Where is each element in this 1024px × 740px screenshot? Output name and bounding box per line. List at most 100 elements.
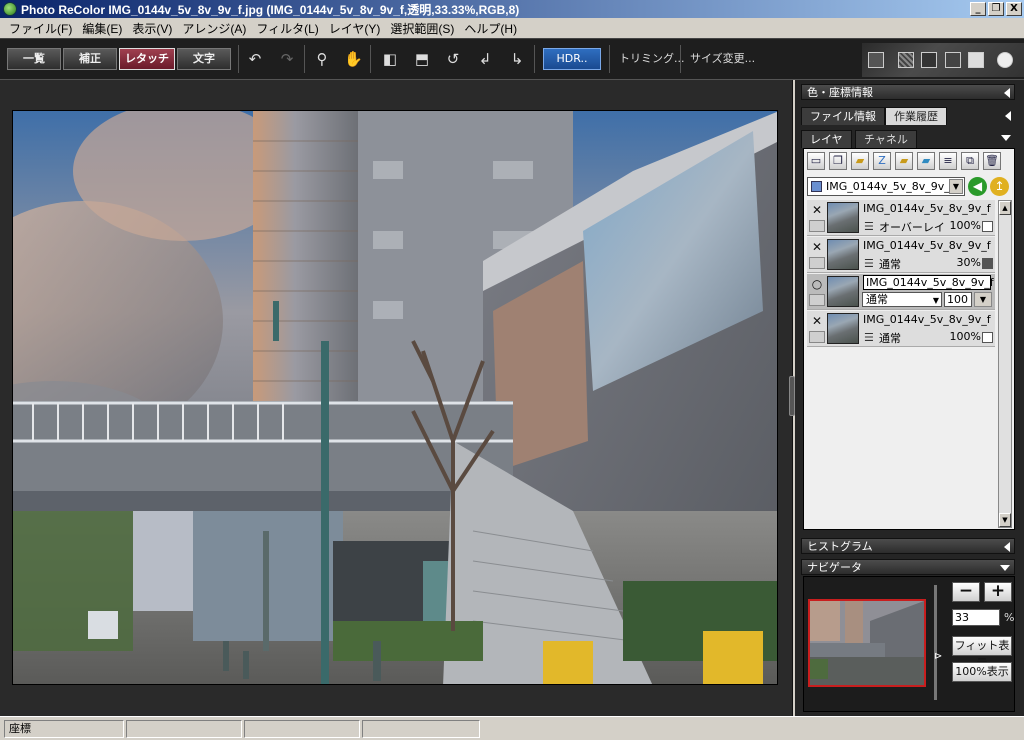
layer-blend-mode: 通常 [879,258,901,271]
layer-name-input[interactable]: IMG_0144v_5v_8v_9v_f [863,275,994,290]
scroll-up-icon[interactable]: ▲ [999,201,1011,215]
layer-target-select[interactable]: IMG_0144v_5v_8v_9v_f ▼ [807,177,965,196]
menu-arrange[interactable]: アレンジ(A) [177,20,251,37]
menu-edit[interactable]: 編集(E) [77,20,127,37]
grid-view-icon[interactable] [921,52,937,68]
retouch-mode-button[interactable]: レタッチ [119,48,175,70]
redo-icon[interactable]: ↷ [278,50,296,68]
dropdown-arrow-icon[interactable]: ▼ [949,179,963,194]
layer-checkbox[interactable] [982,221,993,232]
folder-up-arrow-icon[interactable]: ↥ [990,177,1009,196]
menu-file[interactable]: ファイル(F) [4,20,77,37]
merge-layer-icon[interactable]: Z [873,152,891,170]
photo-canvas[interactable] [12,110,778,685]
layer-row[interactable]: ✕ IMG_0144v_5v_8v_9v_f ☰ 通常 30% [807,237,995,273]
visibility-toggle[interactable]: ✕ [809,314,825,328]
zoom-magnifier-icon[interactable]: ⚲ [313,50,331,68]
back-arrow-icon[interactable]: ◀ [968,177,987,196]
flip-vertical-icon[interactable]: ⬒ [413,50,431,68]
single-view-icon[interactable] [868,52,884,68]
trimming-button[interactable]: トリミング... [619,48,685,70]
maximize-button[interactable]: ❐ [988,2,1004,16]
layer-blend-mode: 通常 [879,332,901,345]
zoom-slider-knob[interactable]: ⊳ [934,651,944,665]
tab-channel[interactable]: チャネル [855,130,917,148]
folder-icon[interactable]: ▰ [895,152,913,170]
blend-mode-icon: ☰ [864,257,874,270]
minimize-button[interactable]: _ [970,2,986,16]
list-mode-button[interactable]: 一覧 [7,48,61,70]
layer-list: ✕ IMG_0144v_5v_8v_9v_f ☰ オーバーレイ 100% ✕ I… [807,200,995,528]
zoom-input[interactable]: 33 [952,609,1000,626]
visibility-toggle[interactable]: ○ [809,277,825,291]
compare-view-icon[interactable] [968,52,984,68]
layer-checkbox[interactable] [982,258,993,269]
dropdown-arrow-icon[interactable]: ▼ [933,294,939,307]
zoom-slider-track[interactable] [934,585,937,700]
layer-blend-mode: オーバーレイ [879,221,945,234]
rotate-90-icon[interactable]: ↲ [476,50,494,68]
copy-layer-icon[interactable]: ⧉ [961,152,979,170]
navigator-header[interactable]: ナビゲータ [801,559,1015,575]
scroll-down-icon[interactable]: ▼ [999,513,1011,527]
crop-guide-icon[interactable] [945,52,961,68]
visibility-toggle[interactable]: ✕ [809,203,825,217]
layer-thumbnail [827,239,859,270]
lock-toggle[interactable] [809,331,825,343]
lock-toggle[interactable] [809,257,825,269]
lock-toggle[interactable] [809,220,825,232]
canvas-workspace[interactable] [0,80,793,716]
histogram-header[interactable]: ヒストグラム [801,538,1015,554]
hdr-button[interactable]: HDR.. [543,48,601,70]
collapse-down-icon[interactable] [1001,135,1011,141]
text-mode-button[interactable]: 文字 [177,48,231,70]
properties-icon[interactable]: ≡ [939,152,957,170]
hand-pan-icon[interactable]: ✋ [344,50,363,68]
layer-row[interactable]: ✕ IMG_0144v_5v_8v_9v_f ☰ オーバーレイ 100% [807,200,995,236]
layer-opacity: 100% [949,219,981,232]
zoom-out-button[interactable]: − [952,582,980,602]
menu-filter[interactable]: フィルタ(L) [251,20,323,37]
menu-help[interactable]: ヘルプ(H) [459,20,522,37]
layer-checkbox[interactable] [982,332,993,343]
menu-layer[interactable]: レイヤ(Y) [324,20,386,37]
flip-horizontal-icon[interactable]: ◧ [381,50,399,68]
expand-left-icon[interactable] [1004,542,1010,552]
actual-size-button[interactable]: 100%表示 [952,662,1012,682]
menu-selection[interactable]: 選択範囲(S) [385,20,459,37]
visibility-toggle[interactable]: ✕ [809,240,825,254]
blend-mode-value: 通常 [866,293,888,306]
fit-view-button[interactable]: フィット表示 [952,636,1012,670]
undo-icon[interactable]: ↶ [246,50,264,68]
close-button[interactable]: X [1006,2,1022,16]
duplicate-layer-icon[interactable]: ❐ [829,152,847,170]
collapse-down-icon[interactable] [1000,565,1010,571]
open-folder-icon[interactable]: ▰ [851,152,869,170]
resize-button[interactable]: サイズ変更... [690,48,755,70]
right-panel: 色・座標情報 ファイル情報 作業履歴 レイヤ チャネル ▭ ❐ ▰ Z ▰ ▰ … [795,80,1024,716]
rotate-left-icon[interactable]: ↺ [444,50,462,68]
layer-scrollbar[interactable]: ▲ ▼ [998,200,1012,528]
opacity-dropdown-icon[interactable]: ▼ [974,292,992,307]
tab-history[interactable]: 作業履歴 [885,107,947,125]
lock-toggle[interactable] [809,294,825,306]
navigator-thumbnail[interactable] [808,599,926,687]
delete-layer-icon[interactable]: 🗑 [983,152,1001,170]
folder-up-icon[interactable]: ▰ [917,152,935,170]
opacity-input[interactable]: 100 [944,292,972,307]
collapse-icon[interactable] [1005,111,1011,121]
checker-view-icon[interactable] [898,52,914,68]
rotate-right-icon[interactable]: ↳ [508,50,526,68]
blend-mode-select[interactable]: 通常 ▼ [862,292,942,307]
tab-layer[interactable]: レイヤ [801,130,852,148]
menu-view[interactable]: 表示(V) [127,20,177,37]
tab-file-info[interactable]: ファイル情報 [801,107,885,125]
color-info-header[interactable]: 色・座標情報 [801,84,1015,100]
layer-row[interactable]: ✕ IMG_0144v_5v_8v_9v_f ☰ 通常 100% [807,311,995,347]
zoom-in-button[interactable]: + [984,582,1012,602]
circle-view-icon[interactable] [997,52,1013,68]
layer-row-selected[interactable]: ○ IMG_0144v_5v_8v_9v_f 通常 ▼ 100 ▼ [807,274,995,310]
new-layer-icon[interactable]: ▭ [807,152,825,170]
expand-left-icon[interactable] [1004,88,1010,98]
correct-mode-button[interactable]: 補正 [63,48,117,70]
